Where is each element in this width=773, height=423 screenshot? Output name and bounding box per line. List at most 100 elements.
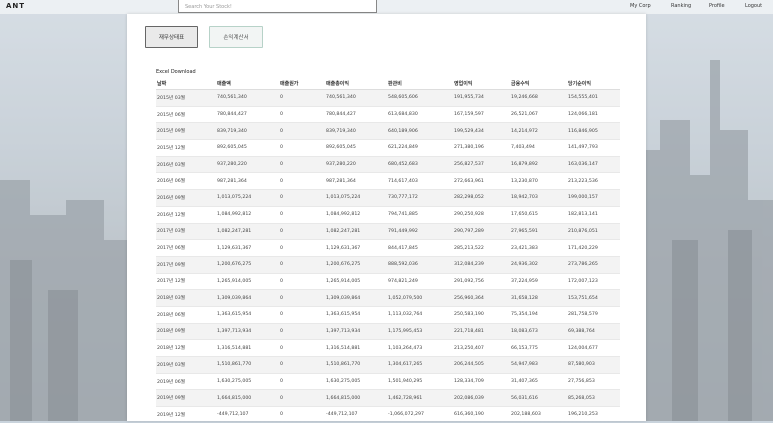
cell-financial-income: 7,403,494 xyxy=(510,139,567,157)
cell-net-income: 196,210,253 xyxy=(567,406,620,423)
cell-gross-profit: 1,013,075,224 xyxy=(325,189,387,207)
cell-operating-income: 199,529,434 xyxy=(453,122,510,140)
nav-my-corp[interactable]: My Corp xyxy=(630,3,651,9)
cell-financial-income: 24,936,302 xyxy=(510,255,567,274)
cell-gross-profit: 1,082,247,281 xyxy=(325,222,387,240)
cell-gross-profit: 1,129,631,367 xyxy=(325,239,387,257)
cell-financial-income: 202,188,603 xyxy=(510,406,567,423)
cell-operating-income: 312,084,239 xyxy=(453,255,510,274)
table-row: 2019년 06월 1,630,275,005 0 1,630,275,005 1,50… xyxy=(156,372,620,390)
cell-date: 2016년 03월 xyxy=(156,155,216,173)
cell-revenue: 1,265,914,005 xyxy=(216,272,279,290)
header-cost-of-sales: 매출원가 xyxy=(279,77,325,90)
cell-cost-of-sales: 0 xyxy=(279,356,325,374)
cell-gross-profit: 1,200,676,275 xyxy=(325,255,387,274)
cell-revenue: 1,129,631,367 xyxy=(216,239,279,257)
cell-sga: 621,224,849 xyxy=(387,139,453,157)
cell-revenue: -449,712,107 xyxy=(216,406,279,423)
cell-sga: 1,462,728,961 xyxy=(387,389,453,407)
table-row: 2016년 09월 1,013,075,224 0 1,013,075,224 730,… xyxy=(156,189,620,207)
cell-operating-income: 221,718,481 xyxy=(453,322,510,340)
cell-net-income: 27,756,853 xyxy=(567,372,620,390)
cell-operating-income: 272,663,961 xyxy=(453,172,510,190)
cell-cost-of-sales: 0 xyxy=(279,172,325,190)
table-row: 2015년 09월 839,719,340 0 839,719,340 640,189,… xyxy=(156,122,620,140)
cell-financial-income: 13,230,870 xyxy=(510,172,567,190)
nav-logout[interactable]: Logout xyxy=(745,3,762,9)
cell-financial-income: 19,246,668 xyxy=(510,89,567,107)
nav-ranking[interactable]: Ranking xyxy=(671,3,691,9)
cell-revenue: 1,013,075,224 xyxy=(216,189,279,207)
cell-date: 2019년 06월 xyxy=(156,372,216,390)
cell-revenue: 1,200,676,275 xyxy=(216,255,279,274)
cell-sga: 548,605,606 xyxy=(387,89,453,107)
cell-cost-of-sales: 0 xyxy=(279,155,325,173)
table-row: 2017년 12월 1,265,914,005 0 1,265,914,005 974,… xyxy=(156,272,620,290)
cell-gross-profit: 892,605,045 xyxy=(325,139,387,157)
cell-financial-income: 56,031,616 xyxy=(510,389,567,407)
cell-cost-of-sales: 0 xyxy=(279,255,325,274)
cell-financial-income: 31,658,128 xyxy=(510,289,567,307)
cell-revenue: 1,664,815,000 xyxy=(216,389,279,407)
cell-date: 2015년 03월 xyxy=(156,89,216,107)
cell-operating-income: 282,298,052 xyxy=(453,189,510,207)
cell-revenue: 1,082,247,281 xyxy=(216,222,279,240)
cell-operating-income: 206,244,505 xyxy=(453,356,510,374)
cell-gross-profit: 839,719,340 xyxy=(325,122,387,140)
header-financial-income: 금융수익 xyxy=(510,77,567,90)
cell-financial-income: 14,214,972 xyxy=(510,122,567,140)
table-row: 2017년 06월 1,129,631,367 0 1,129,631,367 844,… xyxy=(156,239,620,257)
cell-revenue: 1,397,713,934 xyxy=(216,322,279,340)
cell-net-income: 85,268,053 xyxy=(567,389,620,407)
cell-date: 2018년 09월 xyxy=(156,322,216,340)
income-statement-panel: 재무상태표 손익계산서 Excel Download 날짜 매출액 매출원가 매… xyxy=(127,14,646,423)
cell-gross-profit: 937,280,220 xyxy=(325,155,387,173)
cell-cost-of-sales: 0 xyxy=(279,322,325,340)
cell-date: 2017년 12월 xyxy=(156,272,216,290)
cell-sga: 1,113,032,764 xyxy=(387,305,453,324)
table-row: 2018년 03월 1,309,039,864 0 1,309,039,864 1,05… xyxy=(156,289,620,307)
table-row: 2016년 06월 987,281,364 0 987,281,364 714,617,… xyxy=(156,172,620,190)
header-sga: 판관비 xyxy=(387,77,453,90)
cell-operating-income: 250,583,190 xyxy=(453,305,510,324)
cell-financial-income: 27,965,591 xyxy=(510,222,567,240)
app-logo[interactable]: ANT xyxy=(6,2,25,10)
cell-financial-income: 18,083,673 xyxy=(510,322,567,340)
cell-revenue: 987,281,364 xyxy=(216,172,279,190)
cell-cost-of-sales: 0 xyxy=(279,389,325,407)
cell-sga: 1,052,079,500 xyxy=(387,289,453,307)
cell-date: 2015년 06월 xyxy=(156,105,216,123)
cell-net-income: 172,007,123 xyxy=(567,272,620,290)
search-input[interactable]: Search Your Stock! xyxy=(178,0,377,13)
income-statement-button[interactable]: 손익계산서 xyxy=(209,26,263,48)
cell-sga: 844,417,845 xyxy=(387,239,453,257)
table-row: 2019년 09월 1,664,815,000 0 1,664,815,000 1,46… xyxy=(156,389,620,407)
table-row: 2019년 12월 -449,712,107 0 -449,712,107 -1,066… xyxy=(156,406,620,423)
cell-cost-of-sales: 0 xyxy=(279,305,325,324)
cell-net-income: 141,497,793 xyxy=(567,139,620,157)
cell-sga: 888,592,036 xyxy=(387,255,453,274)
nav-profile[interactable]: Profile xyxy=(709,3,725,9)
cell-net-income: 273,786,265 xyxy=(567,255,620,274)
cell-operating-income: 291,092,756 xyxy=(453,272,510,290)
cell-cost-of-sales: 0 xyxy=(279,289,325,307)
financial-statements-button[interactable]: 재무상태표 xyxy=(145,26,198,48)
cell-gross-profit: 1,664,815,000 xyxy=(325,389,387,407)
cell-sga: 1,103,264,473 xyxy=(387,339,453,357)
cell-net-income: 163,036,147 xyxy=(567,155,620,173)
table-row: 2018년 12월 1,316,514,881 0 1,316,514,881 1,10… xyxy=(156,339,620,357)
cell-cost-of-sales: 0 xyxy=(279,406,325,423)
cell-financial-income: 18,942,703 xyxy=(510,189,567,207)
cell-cost-of-sales: 0 xyxy=(279,372,325,390)
table-row: 2018년 09월 1,397,713,934 0 1,397,713,934 1,17… xyxy=(156,322,620,340)
table-row: 2019년 03월 1,510,861,770 0 1,510,861,770 1,30… xyxy=(156,356,620,374)
excel-download-link[interactable]: Excel Download xyxy=(156,69,196,75)
cell-sga: 794,741,885 xyxy=(387,205,453,223)
cell-revenue: 1,630,275,005 xyxy=(216,372,279,390)
cell-sga: 714,617,403 xyxy=(387,172,453,190)
cell-sga: 974,821,249 xyxy=(387,272,453,290)
cell-cost-of-sales: 0 xyxy=(279,139,325,157)
cell-revenue: 1,510,861,770 xyxy=(216,356,279,374)
cell-operating-income: 167,159,597 xyxy=(453,105,510,123)
cell-net-income: 154,555,401 xyxy=(567,89,620,107)
